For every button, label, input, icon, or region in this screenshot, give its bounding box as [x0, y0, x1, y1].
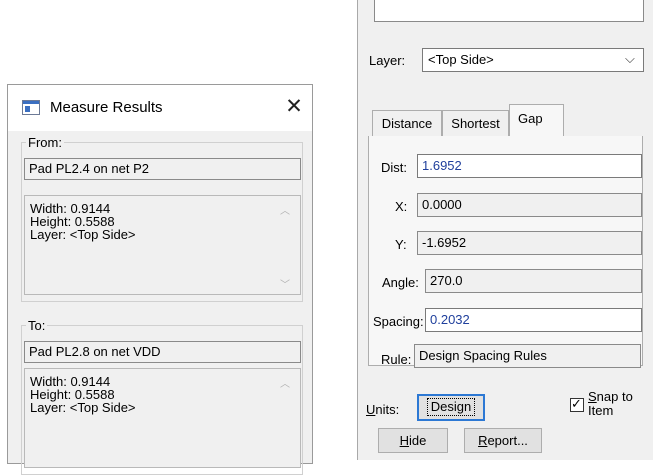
- angle-label: Angle:: [382, 275, 419, 290]
- tab-gap[interactable]: Gap: [509, 104, 564, 138]
- units-accel: U: [366, 402, 376, 417]
- checkmark-icon: ✓: [571, 396, 582, 411]
- measure-panel: Layer: <Top Side> ⌵ Distance Shortest Ga…: [357, 0, 653, 460]
- to-layer: Layer: <Top Side>: [30, 400, 136, 415]
- rule-label: Rule:: [381, 352, 412, 367]
- spacing-field[interactable]: 0.2032: [425, 308, 642, 332]
- y-label: Y:: [395, 237, 407, 252]
- dialog-title: Measure Results: [50, 99, 163, 116]
- scroll-up-icon[interactable]: ︿: [280, 202, 290, 217]
- measure-results-dialog: Measure Results ✕ From: Pad PL2.4 on net…: [7, 84, 313, 475]
- tab-shortest[interactable]: Shortest: [442, 110, 509, 138]
- angle-field: 270.0: [425, 269, 642, 293]
- from-item-field: Pad PL2.4 on net P2: [24, 158, 301, 180]
- x-field: 0.0000: [417, 193, 642, 217]
- hide-accel: H: [399, 433, 410, 448]
- gap-tab-page: Dist: 1.6952 X: 0.0000 Y: -1.6952 Angle:…: [368, 136, 643, 367]
- rule-field: Design Spacing Rules: [414, 344, 641, 368]
- x-label: X:: [395, 199, 408, 214]
- dialog-titlebar: Measure Results ✕: [8, 85, 312, 131]
- top-list-box[interactable]: [374, 0, 644, 22]
- to-label: To:: [26, 318, 48, 333]
- layer-label: Layer:: [369, 53, 406, 68]
- dist-label: Dist:: [381, 160, 407, 175]
- report-button[interactable]: Report...: [464, 428, 542, 453]
- scroll-up-icon[interactable]: ︿: [280, 375, 290, 390]
- snap-line1: nap to: [596, 389, 633, 404]
- close-icon[interactable]: ✕: [280, 92, 308, 122]
- units-button[interactable]: Design: [417, 394, 485, 421]
- units-label: Units:: [366, 402, 399, 417]
- units-label-rest: nits:: [375, 402, 400, 417]
- report-label: eport...: [487, 433, 528, 448]
- snap-accel: S: [588, 389, 597, 404]
- to-item-field: Pad PL2.8 on net VDD: [24, 341, 301, 363]
- layer-select-value: <Top Side>: [428, 52, 494, 67]
- spacing-label: Spacing:: [373, 314, 424, 329]
- layer-select[interactable]: <Top Side> ⌵: [422, 48, 644, 72]
- snap-to-item-checkbox[interactable]: ✓: [570, 396, 584, 412]
- from-details-box[interactable]: Width: 0.9144 Height: 0.5588 Layer: <Top…: [24, 195, 301, 295]
- dist-field[interactable]: 1.6952: [417, 154, 642, 178]
- hide-label: ide: [409, 433, 427, 448]
- y-field: -1.6952: [417, 231, 642, 255]
- from-label: From:: [26, 135, 64, 150]
- snap-line2: Item: [588, 403, 614, 418]
- window-app-icon: [22, 100, 40, 115]
- chevron-down-icon: ⌵: [625, 51, 635, 66]
- tab-distance[interactable]: Distance: [372, 110, 442, 138]
- from-layer: Layer: <Top Side>: [30, 227, 136, 242]
- to-details-box[interactable]: Width: 0.9144 Height: 0.5588 Layer: <Top…: [24, 368, 301, 468]
- hide-button[interactable]: Hide: [378, 428, 448, 453]
- scroll-down-icon[interactable]: ﹀: [280, 276, 290, 291]
- snap-to-item-label: Snap to Item: [588, 390, 633, 418]
- units-button-label: Design: [426, 398, 476, 416]
